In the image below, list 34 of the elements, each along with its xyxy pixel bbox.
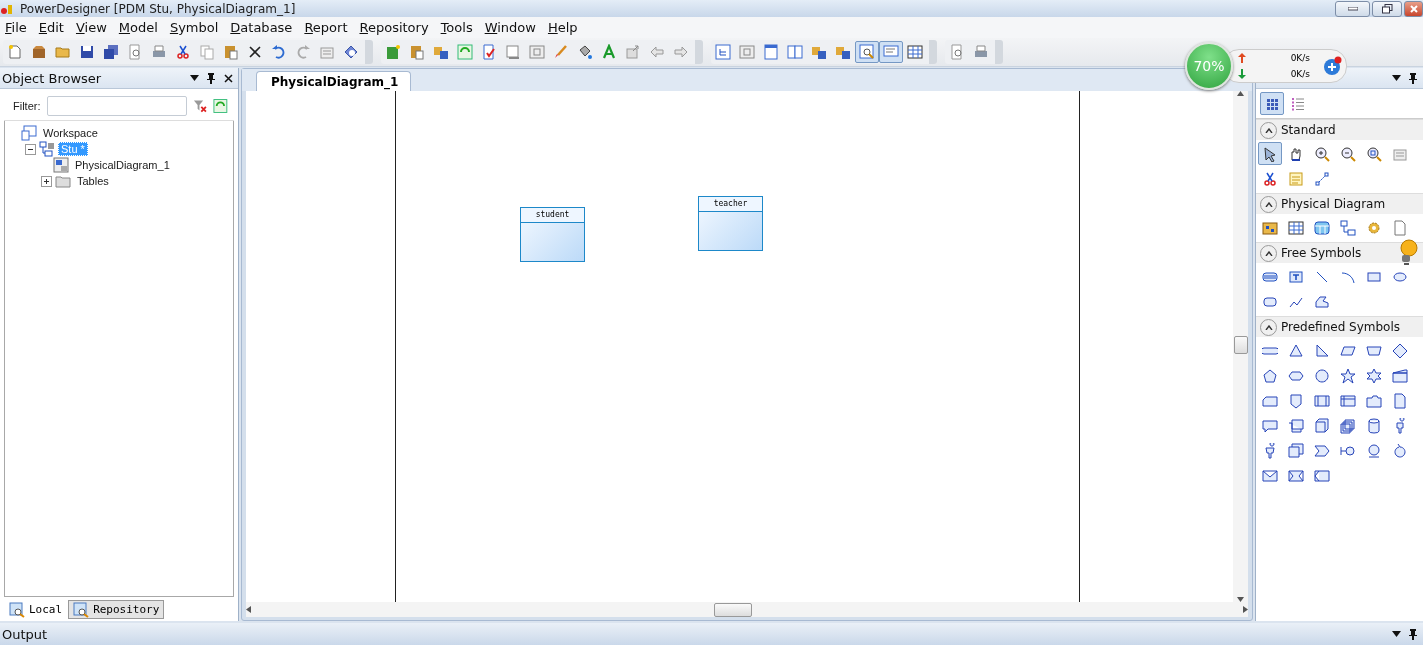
tree-item[interactable]: PhysicalDiagram_1 [72,158,173,172]
menu-item[interactable]: File [0,20,32,35]
upload-rate: 0K/s [1289,53,1311,63]
table-name: teacher [699,197,762,212]
menu-item[interactable]: Database [225,20,298,35]
section-header[interactable]: Physical Diagram [1256,193,1423,214]
menu-item[interactable]: Report [299,20,353,35]
tree-item[interactable]: Workspace [40,126,101,140]
menu-item[interactable]: Window [479,20,541,35]
table-name: student [521,208,584,223]
tree-item[interactable]: Tables [74,174,112,188]
section-header[interactable]: Standard [1256,119,1423,140]
document-tab[interactable]: PhysicalDiagram_1 [256,71,412,91]
section-header[interactable]: Predefined Symbols [1256,316,1423,337]
menu-item[interactable]: Help [542,20,583,35]
pane-title: Output [2,626,49,642]
menu-item[interactable]: View [70,20,112,35]
window-title: PowerDesigner [PDM Stu, PhysicalDiagram_1] [20,1,297,16]
menu-item[interactable]: Symbol [164,20,224,35]
section-title: Free Symbols [1281,246,1362,260]
menu-item[interactable]: Model [113,20,163,35]
menu-item[interactable]: Tools [435,20,478,35]
section-title: Predefined Symbols [1281,320,1400,334]
filter-label: Filter: [13,100,41,112]
menu-item[interactable]: Edit [33,20,69,35]
section-header[interactable]: Free Symbols [1256,242,1423,263]
download-rate: 0K/s [1289,69,1311,79]
table-symbol[interactable]: student [520,207,585,262]
menu-item[interactable]: Repository [354,20,434,35]
panel-tab[interactable]: Repository [68,600,165,619]
section-title: Standard [1281,123,1336,137]
pane-title: Object Browser [2,70,103,86]
table-symbol[interactable]: teacher [698,196,763,251]
section-title: Physical Diagram [1281,197,1386,211]
